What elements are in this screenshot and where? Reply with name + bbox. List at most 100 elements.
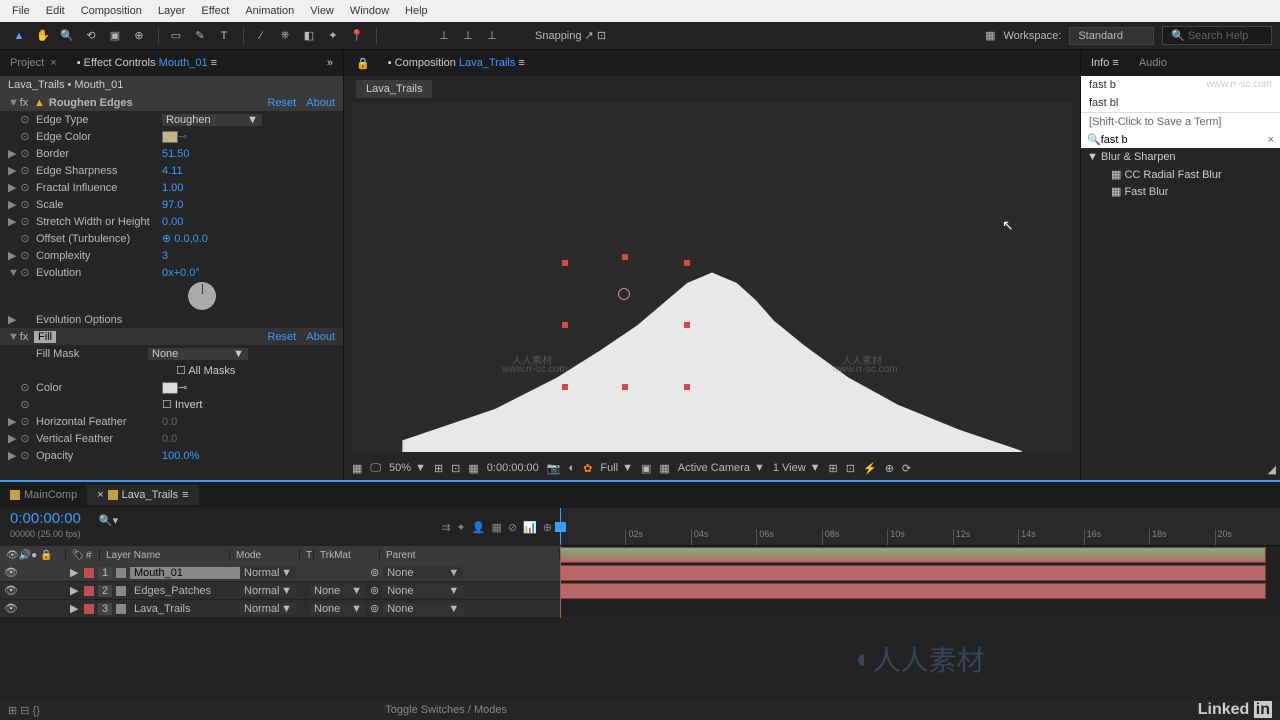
parent-dropdown[interactable]: None▼	[383, 567, 463, 579]
transparency-icon[interactable]: ▦	[468, 462, 478, 475]
snapshot-icon[interactable]: 📷	[547, 462, 561, 475]
menu-file[interactable]: File	[4, 3, 38, 19]
blend-mode-dropdown[interactable]: Normal▼	[240, 585, 296, 597]
rect-tool-icon[interactable]: ▭	[165, 26, 187, 46]
parent-dropdown[interactable]: None▼	[383, 585, 463, 597]
fast-icon[interactable]: ⚡	[863, 462, 877, 475]
tab-effect-controls[interactable]: ▪ Effect Controls Mouth_01 ≡	[67, 53, 227, 73]
render-queue-icon[interactable]: ▦	[985, 29, 995, 42]
clone-tool-icon[interactable]: ⎈	[274, 26, 296, 46]
border-value[interactable]: 51.50	[162, 148, 272, 160]
camera-tool-icon[interactable]: ▣	[104, 26, 126, 46]
share-icon[interactable]: ⊞	[829, 462, 838, 475]
menu-animation[interactable]: Animation	[237, 3, 302, 19]
comp-name-tab[interactable]: Lava_Trails	[356, 80, 432, 98]
fill-color-swatch[interactable]	[162, 382, 178, 394]
timeline-layer[interactable]: 👁 ▶ 2 Edges_Patches Normal▼ None▼ ⊚ None…	[0, 582, 560, 600]
stretch-value[interactable]: 0.00	[162, 216, 272, 228]
brush-tool-icon[interactable]: ⁄	[250, 26, 272, 46]
lock-icon[interactable]: 🔒	[356, 57, 370, 70]
about-link[interactable]: About	[306, 97, 335, 109]
menu-view[interactable]: View	[302, 3, 342, 19]
color-icon[interactable]: ✿	[583, 462, 592, 475]
current-timecode[interactable]: 0:00:00:00	[0, 508, 91, 529]
axis-local-icon[interactable]: ⊥	[433, 26, 455, 46]
pen-tool-icon[interactable]: ✎	[189, 26, 211, 46]
anchor-point-icon[interactable]	[618, 288, 630, 300]
fractal-value[interactable]: 1.00	[162, 182, 272, 194]
eyedropper-icon[interactable]: ⊸	[178, 130, 187, 143]
panel-overflow-icon[interactable]: »	[317, 57, 343, 69]
sharpness-value[interactable]: 4.11	[162, 165, 272, 177]
resolution-dropdown[interactable]: Full ▼	[600, 462, 633, 474]
comp-flow-icon[interactable]: ⇉	[441, 521, 450, 534]
effects-search-input[interactable]	[1101, 134, 1268, 146]
composition-viewer[interactable]: 人人素材 www.rr-sc.com 人人素材 www.rr-sc.com ↖	[352, 102, 1072, 452]
search-help-input[interactable]: 🔍 Search Help	[1162, 26, 1272, 45]
pan-behind-tool-icon[interactable]: ⊕	[128, 26, 150, 46]
tab-audio[interactable]: Audio	[1129, 53, 1177, 73]
pin-tool-icon[interactable]: 📍	[346, 26, 368, 46]
suggestion-item[interactable]: fast bl	[1081, 94, 1280, 112]
clear-icon[interactable]: ×	[1268, 134, 1274, 146]
about-link[interactable]: About	[306, 331, 335, 343]
tab-composition[interactable]: ▪ Composition Lava_Trails ≡	[378, 53, 535, 73]
blend-mode-dropdown[interactable]: Normal▼	[240, 603, 296, 615]
tab-project[interactable]: Project×	[0, 53, 67, 73]
reset-link[interactable]: Reset	[268, 97, 297, 109]
scale-value[interactable]: 97.0	[162, 199, 272, 211]
zoom-dropdown[interactable]: 50% ▼	[389, 462, 426, 474]
menu-layer[interactable]: Layer	[150, 3, 194, 19]
edge-type-dropdown[interactable]: Roughen▼	[162, 114, 262, 126]
monitor-icon[interactable]: 🖵	[370, 462, 381, 475]
rotate-tool-icon[interactable]: ⟲	[80, 26, 102, 46]
selection-tool-icon[interactable]: ▲	[8, 26, 30, 46]
expand-icon[interactable]: ⊞ ⊟ {}	[8, 704, 40, 717]
resolution-icon[interactable]: ⊞	[434, 462, 443, 475]
motion-blur-icon[interactable]: ⊘	[508, 521, 517, 534]
menu-composition[interactable]: Composition	[73, 3, 150, 19]
edge-color-swatch[interactable]	[162, 131, 178, 143]
draft3d-icon[interactable]: ✦	[457, 521, 466, 534]
current-time-indicator[interactable]	[560, 508, 561, 545]
effect-fill[interactable]: ▼fxFill Reset About	[0, 328, 343, 345]
layer-search-icon[interactable]: 🔍▾	[99, 508, 118, 546]
eyedropper-icon[interactable]: ⊸	[178, 381, 187, 394]
shy-icon[interactable]: 👤	[472, 521, 486, 534]
views-dropdown[interactable]: 1 View ▼	[773, 462, 821, 474]
tab-info[interactable]: Info ≡	[1081, 53, 1129, 73]
menu-window[interactable]: Window	[342, 3, 397, 19]
zoom-tool-icon[interactable]: 🔍	[56, 26, 78, 46]
toggle-switches-button[interactable]: Toggle Switches / Modes	[385, 704, 507, 716]
frame-blend-icon[interactable]: ▦	[491, 521, 501, 534]
snapping-toggle[interactable]: Snapping ↗ ⊡	[535, 29, 606, 42]
channel-icon[interactable]: ◐	[568, 462, 575, 474]
effect-item[interactable]: ▦ Fast Blur	[1081, 183, 1280, 200]
axis-world-icon[interactable]: ⊥	[457, 26, 479, 46]
refresh-icon[interactable]: ⟳	[902, 462, 911, 475]
panel-resize-icon[interactable]: ◢	[1081, 459, 1280, 480]
menu-help[interactable]: Help	[397, 3, 436, 19]
suggestion-item[interactable]: fast b www.rr-sc.com	[1081, 76, 1280, 94]
camera-dropdown[interactable]: Active Camera ▼	[678, 462, 765, 474]
menu-edit[interactable]: Edit	[38, 3, 73, 19]
tab-maincomp[interactable]: MainComp	[0, 485, 87, 505]
roi-icon[interactable]: ⊡	[451, 462, 460, 475]
evolution-dial[interactable]	[188, 282, 216, 310]
viewer-time[interactable]: 0:00:00:00	[487, 462, 539, 474]
time-ruler[interactable]: 02s 04s 06s 08s 10s 12s 14s 16s 18s 20s	[560, 508, 1280, 546]
timeline-layer[interactable]: 👁 ▶ 1 Mouth_01 Normal▼ ⊚ None▼	[0, 564, 560, 582]
effect-item[interactable]: ▦ CC Radial Fast Blur	[1081, 166, 1280, 183]
exposure-icon[interactable]: ⊕	[885, 462, 894, 475]
eraser-tool-icon[interactable]: ◧	[298, 26, 320, 46]
offset-value[interactable]: 0.0,0.0	[174, 233, 208, 245]
parent-dropdown[interactable]: None▼	[383, 603, 463, 615]
3d-icon[interactable]: ▦	[659, 462, 669, 475]
menu-effect[interactable]: Effect	[193, 3, 237, 19]
hand-tool-icon[interactable]: ✋	[32, 26, 54, 46]
opacity-value[interactable]: 100.0%	[162, 450, 272, 462]
evolution-value[interactable]: 0x+0.0°	[162, 267, 272, 279]
effect-roughen-edges[interactable]: ▼fx▲ Roughen Edges Reset About	[0, 94, 343, 111]
fill-mask-dropdown[interactable]: None▼	[148, 348, 248, 360]
workspace-dropdown[interactable]: Standard	[1069, 27, 1154, 45]
